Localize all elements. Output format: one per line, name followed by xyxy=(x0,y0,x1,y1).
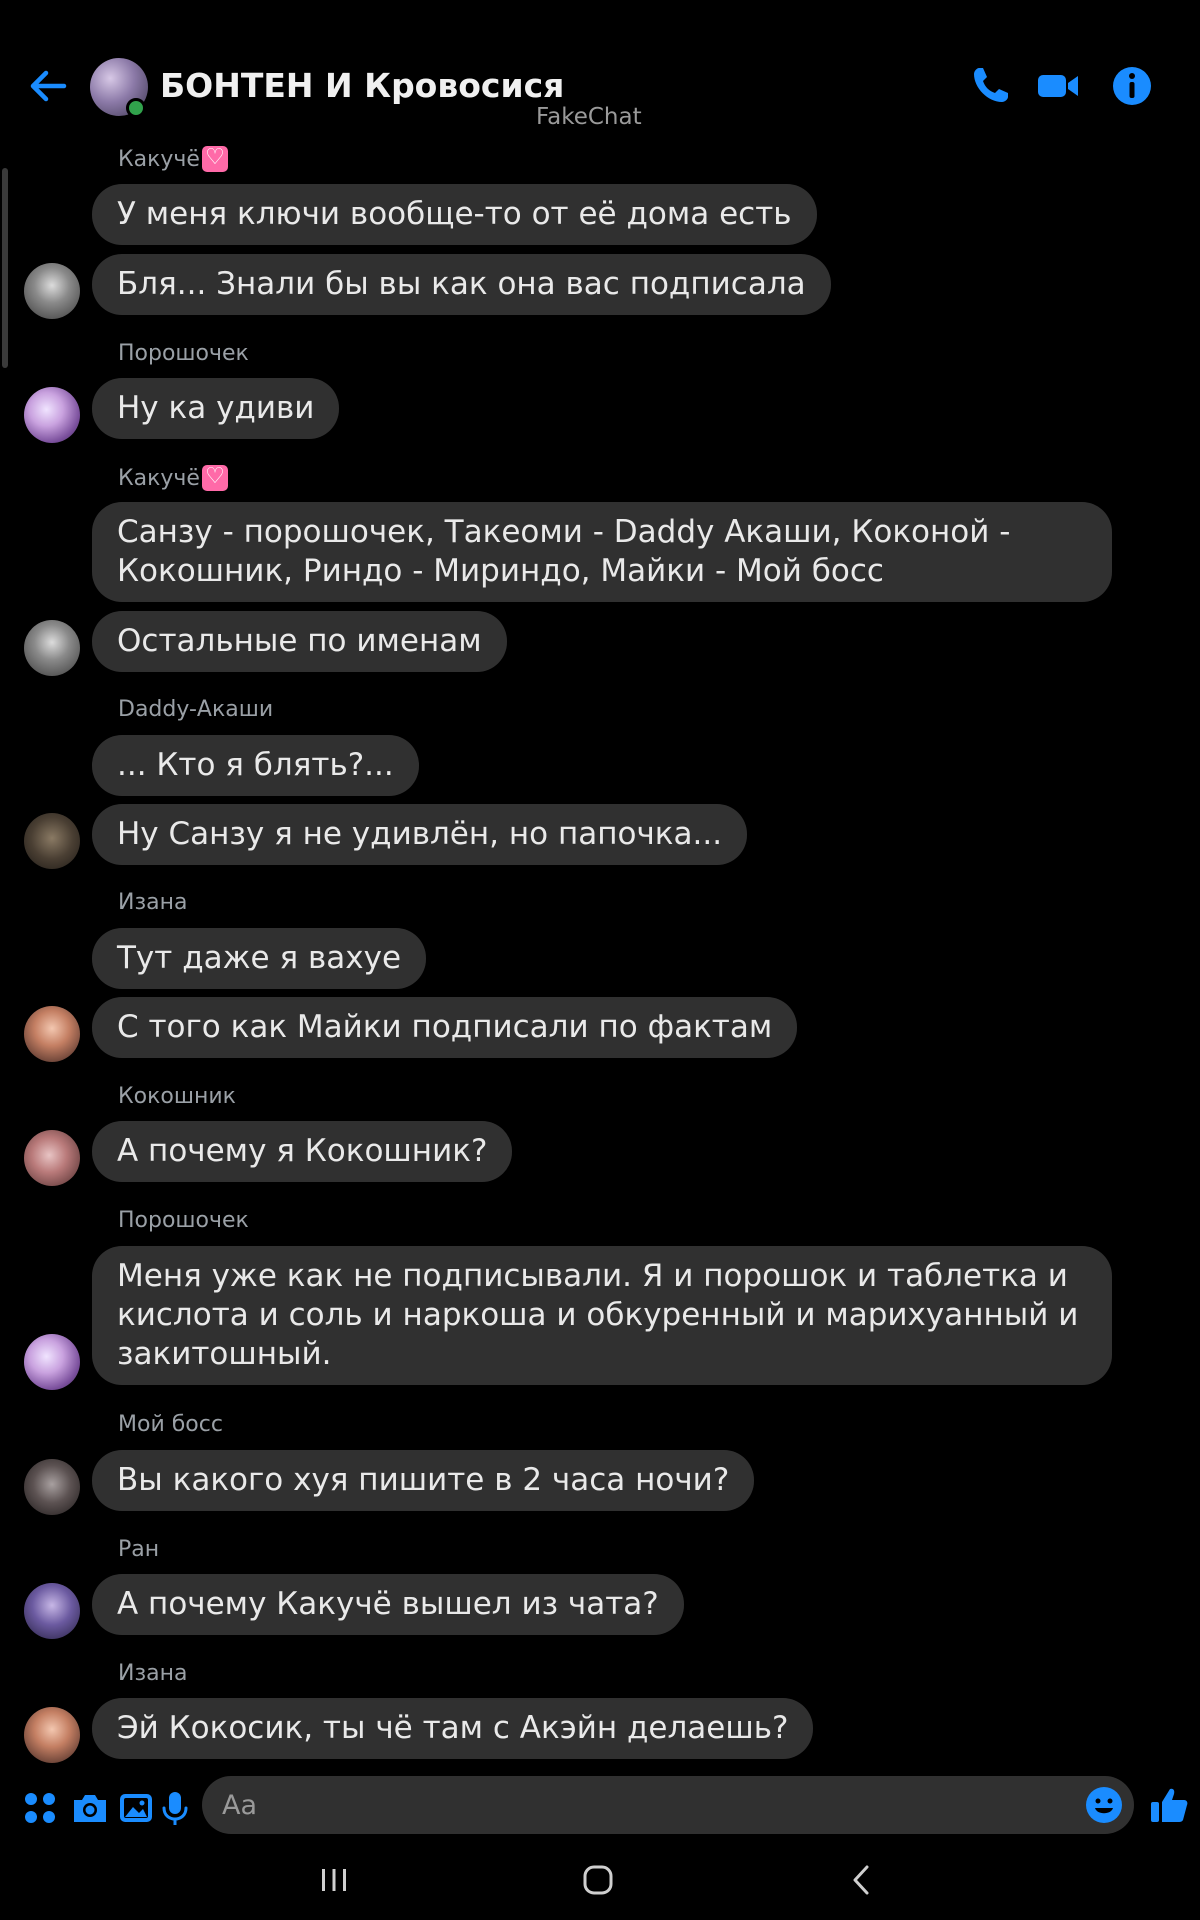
heart-emoji-icon xyxy=(201,464,228,491)
avatar[interactable] xyxy=(24,813,80,869)
arrow-left-icon xyxy=(30,70,67,102)
image-icon xyxy=(120,1794,152,1822)
sender-name: Ран xyxy=(118,1537,160,1562)
recent-apps-icon xyxy=(322,1869,346,1891)
avatar[interactable] xyxy=(24,1707,80,1763)
avatar[interactable] xyxy=(24,1334,80,1390)
chat-title[interactable]: БОНТЕН И Кровосися xyxy=(160,66,564,105)
sender-name: Изана xyxy=(118,890,188,915)
video-camera-icon xyxy=(1038,75,1078,97)
sender-name: Какучё xyxy=(118,464,228,491)
camera-icon xyxy=(74,1795,106,1822)
avatar[interactable] xyxy=(24,1459,80,1515)
home-button[interactable] xyxy=(576,1858,620,1902)
avatar[interactable] xyxy=(24,263,80,319)
call-button[interactable] xyxy=(966,62,1014,110)
emoji-icon xyxy=(1086,1787,1122,1823)
system-back-button[interactable] xyxy=(840,1858,884,1902)
chevron-left-icon xyxy=(853,1865,869,1895)
camera-button[interactable] xyxy=(70,1788,110,1828)
apps-button[interactable] xyxy=(20,1788,60,1828)
message-input[interactable] xyxy=(202,1776,1134,1834)
message-bubble[interactable]: Эй Кокосик, ты чё там с Акэйн делаешь? xyxy=(92,1698,814,1759)
sender-name: Daddy-Акаши xyxy=(118,697,274,722)
chat-header: БОНТЕН И Кровосися FakeChat xyxy=(0,0,1200,140)
message-bubble[interactable]: Тут даже я вахуе xyxy=(92,928,427,989)
system-navigation-bar xyxy=(0,1840,1200,1920)
message-bubble[interactable]: Вы какого хуя пишите в 2 часа ночи? xyxy=(92,1450,755,1511)
avatar[interactable] xyxy=(24,1006,80,1062)
message-bubble[interactable]: А почему я Кокошник? xyxy=(92,1121,513,1182)
message-bubble[interactable]: Ну Санзу я не удивлён, но папочка... xyxy=(92,804,748,865)
message-bubble[interactable]: У меня ключи вообще-то от её дома есть xyxy=(92,184,817,245)
message-composer xyxy=(0,1776,1200,1840)
back-button[interactable] xyxy=(26,64,70,108)
message-bubble[interactable]: Остальные по именам xyxy=(92,611,507,672)
home-icon xyxy=(583,1865,613,1895)
sender-name: Порошочек xyxy=(118,1208,249,1233)
video-call-button[interactable] xyxy=(1034,62,1082,110)
scroll-indicator[interactable] xyxy=(2,168,8,368)
message-bubble[interactable]: С того как Майки подписали по фактам xyxy=(92,997,798,1058)
sender-name: Мой босс xyxy=(118,1412,223,1437)
apps-grid-icon xyxy=(25,1793,55,1823)
sender-name: Порошочек xyxy=(118,341,249,366)
watermark-text: FakeChat xyxy=(536,104,642,130)
message-bubble[interactable]: Меня уже как не подписывали. Я и порошок… xyxy=(92,1246,1112,1385)
like-button[interactable] xyxy=(1148,1784,1190,1826)
message-bubble[interactable]: А почему Какучё вышел из чата? xyxy=(92,1574,684,1635)
info-icon xyxy=(1113,67,1151,105)
heart-emoji-icon xyxy=(201,145,228,172)
recent-apps-button[interactable] xyxy=(312,1858,356,1902)
message-bubble[interactable]: Санзу - порошочек, Такеоми - Daddy Акаши… xyxy=(92,502,1112,602)
microphone-icon xyxy=(162,1792,188,1825)
sender-name: Кокошник xyxy=(118,1084,236,1109)
message-bubble[interactable]: ... Кто я блять?... xyxy=(92,735,419,796)
gallery-button[interactable] xyxy=(116,1788,156,1828)
message-bubble[interactable]: Ну ка удиви xyxy=(92,378,340,439)
avatar[interactable] xyxy=(24,1130,80,1186)
thumbs-up-icon xyxy=(1151,1788,1188,1822)
voice-message-button[interactable] xyxy=(158,1788,192,1828)
avatar[interactable] xyxy=(24,620,80,676)
sender-name: Изана xyxy=(118,1661,188,1686)
avatar[interactable] xyxy=(24,387,80,443)
emoji-button[interactable] xyxy=(1084,1785,1124,1825)
message-bubble[interactable]: Бля... Знали бы вы как она вас подписала xyxy=(92,254,831,315)
phone-icon xyxy=(974,68,1008,102)
chat-info-button[interactable] xyxy=(1108,62,1156,110)
sender-name: Какучё xyxy=(118,145,228,172)
avatar[interactable] xyxy=(24,1583,80,1639)
online-status-dot xyxy=(126,98,146,118)
